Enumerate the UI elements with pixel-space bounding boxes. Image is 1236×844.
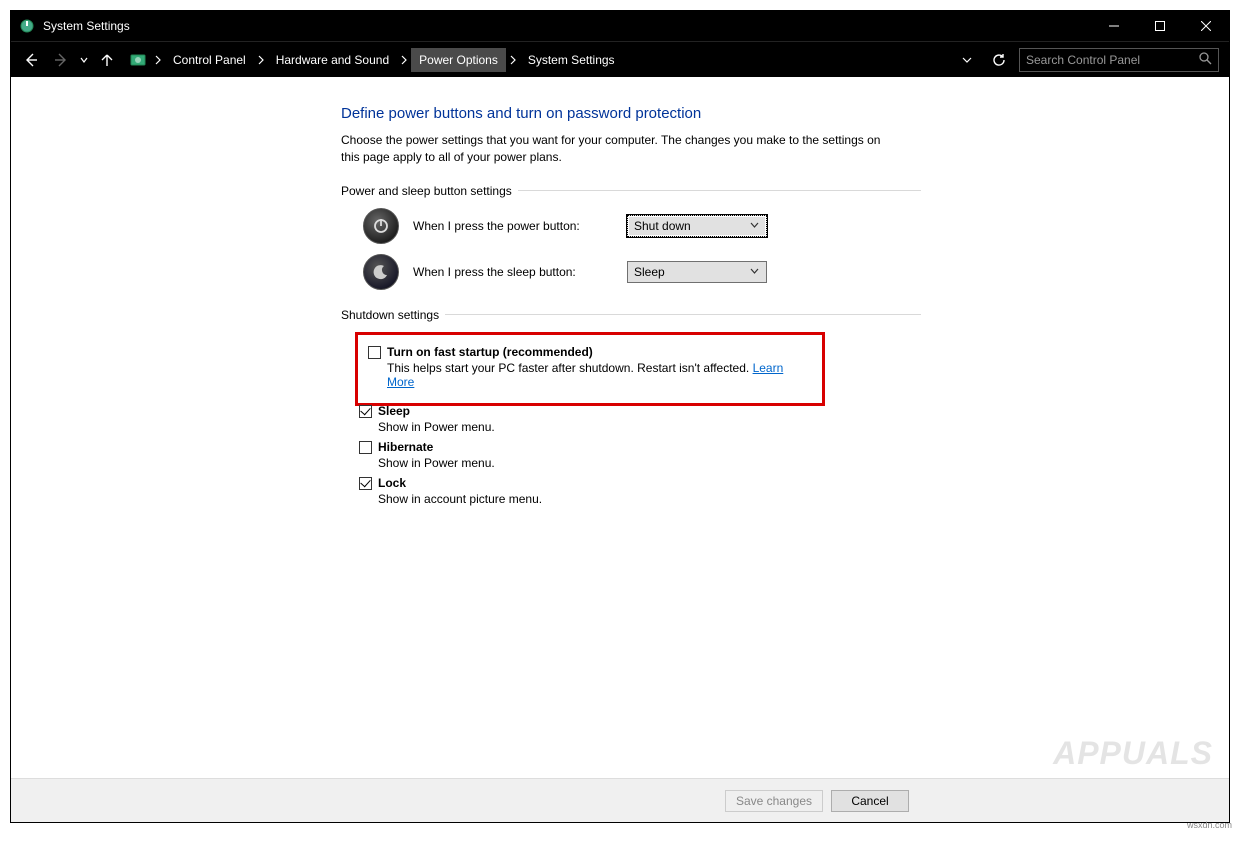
title-controls	[1091, 11, 1229, 41]
content-area: Define power buttons and turn on passwor…	[11, 77, 1229, 822]
search-placeholder: Search Control Panel	[1026, 53, 1198, 67]
breadcrumb: Control Panel Hardware and Sound Power O…	[129, 48, 947, 72]
fast-startup-row: Turn on fast startup (recommended)	[368, 345, 812, 359]
search-icon	[1198, 51, 1212, 68]
power-button-row: When I press the power button: Shut down	[363, 208, 921, 244]
address-tail	[955, 48, 1011, 72]
breadcrumb-item-control-panel[interactable]: Control Panel	[165, 48, 254, 72]
sleep-desc: Show in Power menu.	[378, 420, 921, 434]
fast-startup-desc: This helps start your PC faster after sh…	[387, 361, 753, 375]
chevron-down-icon	[746, 264, 762, 280]
power-button-dropdown[interactable]: Shut down	[627, 215, 767, 237]
search-input[interactable]: Search Control Panel	[1019, 48, 1219, 72]
navbar: Control Panel Hardware and Sound Power O…	[11, 41, 1229, 77]
chevron-right-icon[interactable]	[397, 55, 411, 65]
page-description: Choose the power settings that you want …	[341, 132, 901, 166]
hibernate-label: Hibernate	[378, 440, 433, 454]
minimize-button[interactable]	[1091, 11, 1137, 41]
power-icon	[363, 208, 399, 244]
chevron-right-icon[interactable]	[506, 55, 520, 65]
nav-forward-button[interactable]	[47, 46, 75, 74]
fast-startup-checkbox[interactable]	[368, 346, 381, 359]
section-buttons-header: Power and sleep button settings	[341, 184, 921, 198]
section-buttons-label: Power and sleep button settings	[341, 184, 518, 198]
breadcrumb-item-system-settings[interactable]: System Settings	[520, 48, 623, 72]
nav-back-button[interactable]	[17, 46, 45, 74]
chevron-down-icon	[746, 218, 762, 234]
footer-bar: Save changes Cancel	[11, 778, 1229, 822]
maximize-button[interactable]	[1137, 11, 1183, 41]
close-button[interactable]	[1183, 11, 1229, 41]
save-changes-button[interactable]: Save changes	[725, 790, 823, 812]
nav-up-button[interactable]	[93, 46, 121, 74]
section-shutdown-label: Shutdown settings	[341, 308, 445, 322]
hibernate-checkbox[interactable]	[359, 441, 372, 454]
breadcrumb-item-power-options[interactable]: Power Options	[411, 48, 506, 72]
nav-history-dropdown[interactable]	[77, 46, 91, 74]
lock-label: Lock	[378, 476, 406, 490]
lock-row: Lock	[359, 476, 921, 490]
divider	[445, 314, 921, 315]
sleep-button-label: When I press the sleep button:	[413, 265, 613, 279]
sleep-button-value: Sleep	[634, 265, 746, 279]
sleep-checkbox[interactable]	[359, 405, 372, 418]
sleep-button-row: When I press the sleep button: Sleep	[363, 254, 921, 290]
page-heading: Define power buttons and turn on passwor…	[341, 105, 921, 122]
address-dropdown-button[interactable]	[955, 48, 979, 72]
window-title: System Settings	[43, 19, 130, 33]
section-shutdown-header: Shutdown settings	[341, 308, 921, 322]
chevron-right-icon[interactable]	[254, 55, 268, 65]
app-icon	[19, 18, 35, 34]
fast-startup-label: Turn on fast startup (recommended)	[387, 345, 593, 359]
window-frame: System Settings	[10, 10, 1230, 823]
hibernate-desc: Show in Power menu.	[378, 456, 921, 470]
fast-startup-desc-row: This helps start your PC faster after sh…	[387, 361, 812, 389]
highlight-annotation: Turn on fast startup (recommended) This …	[355, 332, 825, 406]
watermark: APPUALS	[1053, 735, 1213, 772]
sleep-label: Sleep	[378, 404, 410, 418]
power-button-value: Shut down	[634, 219, 746, 233]
breadcrumb-item-hardware-sound[interactable]: Hardware and Sound	[268, 48, 397, 72]
shutdown-settings-group: Turn on fast startup (recommended) This …	[359, 332, 921, 506]
divider	[518, 190, 921, 191]
breadcrumb-root-icon[interactable]	[129, 51, 147, 69]
lock-desc: Show in account picture menu.	[378, 492, 921, 506]
sleep-row: Sleep	[359, 404, 921, 418]
chevron-right-icon[interactable]	[151, 55, 165, 65]
sleep-button-dropdown[interactable]: Sleep	[627, 261, 767, 283]
power-button-label: When I press the power button:	[413, 219, 613, 233]
sleep-icon	[363, 254, 399, 290]
refresh-button[interactable]	[987, 48, 1011, 72]
image-credit: wsxdn.com	[1187, 820, 1232, 830]
titlebar: System Settings	[11, 11, 1229, 41]
cancel-button[interactable]: Cancel	[831, 790, 909, 812]
lock-checkbox[interactable]	[359, 477, 372, 490]
hibernate-row: Hibernate	[359, 440, 921, 454]
